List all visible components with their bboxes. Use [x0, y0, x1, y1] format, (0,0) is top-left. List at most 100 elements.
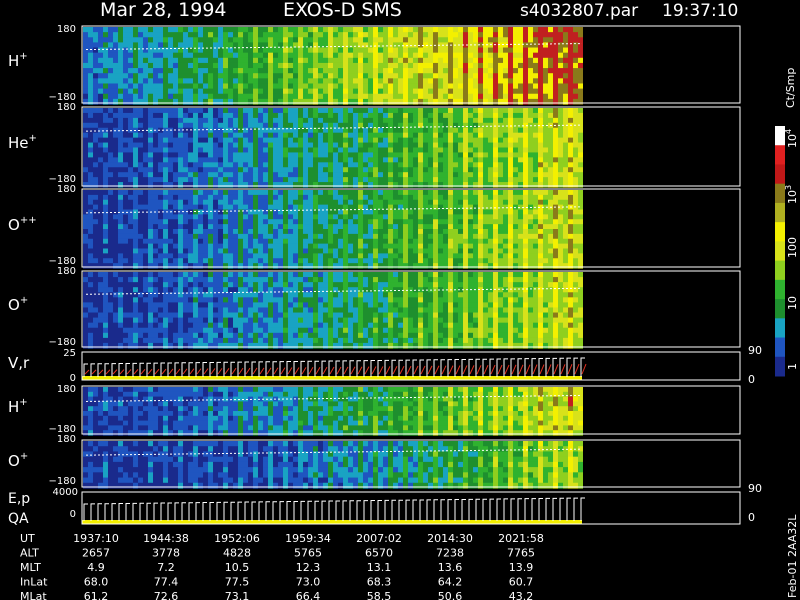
- panel-2-cell: [303, 122, 308, 129]
- panel-2-cell: [173, 112, 178, 119]
- panel-1-cell: [258, 78, 263, 85]
- panel-2-cell: [468, 142, 473, 149]
- panel-2-cell: [493, 182, 498, 188]
- panel-1-cell: [343, 52, 348, 59]
- panel-3-cell: [398, 224, 403, 230]
- panel-3-cell: [438, 258, 443, 264]
- panel-3-cell: [158, 253, 163, 259]
- panel-1-cell: [538, 52, 543, 59]
- panel-3-cell: [318, 243, 323, 250]
- panel-3-cell: [463, 243, 468, 250]
- panel-2-cell: [418, 147, 423, 154]
- panel-4-cell: [173, 317, 178, 324]
- panel-3-cell: [103, 204, 108, 211]
- panel-1-cell: [418, 93, 423, 100]
- panel-4-cell: [88, 312, 93, 319]
- panel-2-cell: [398, 127, 403, 134]
- panel-1-cell: [338, 78, 343, 85]
- panel-1-cell: [553, 98, 558, 105]
- panel-2-cell: [578, 117, 583, 124]
- panel-4-cell: [118, 272, 123, 278]
- panel-1-cell: [333, 37, 338, 43]
- panel-2-cell: [403, 108, 408, 114]
- panel-1-cell: [358, 27, 363, 33]
- panel-2-cell: [193, 182, 198, 188]
- panel-4-cell: [158, 282, 163, 288]
- panel-2-cell: [188, 172, 193, 178]
- panel-3-cell: [508, 224, 513, 230]
- panel-4-cell: [163, 332, 168, 339]
- panel-1-cell: [248, 27, 253, 33]
- panel-2-cell: [463, 108, 468, 114]
- panel-2-cell: [463, 167, 468, 173]
- panel-3-cell: [543, 248, 548, 254]
- panel-1-cell: [188, 88, 193, 95]
- panel-1-cell: [213, 37, 218, 43]
- panel-3-cell: [298, 199, 303, 206]
- panel-3-cell: [273, 194, 278, 201]
- panel-1-cell: [548, 47, 553, 54]
- panel-1-cell: [168, 93, 173, 100]
- panel-1-cell: [208, 83, 213, 90]
- panel-1-cell: [428, 62, 433, 69]
- panel-1-cell: [438, 73, 443, 79]
- panel-1-cell: [443, 73, 448, 79]
- panel-1-cell: [508, 32, 513, 38]
- panel-3-cell: [463, 199, 468, 206]
- panel-3-cell: [338, 219, 343, 225]
- panel-1-cell: [553, 57, 558, 64]
- panel-2-cell: [353, 112, 358, 119]
- panel-2-cell: [488, 127, 493, 134]
- panel-1-cell: [133, 62, 138, 69]
- panel-1-cell: [468, 73, 473, 79]
- panel-3-cell: [353, 238, 358, 245]
- panel-3-cell: [238, 214, 243, 220]
- panel-2-cell: [183, 157, 188, 163]
- panel-2-cell: [123, 132, 128, 139]
- panel-1-cell: [508, 68, 513, 74]
- panel-1-cell: [553, 88, 558, 95]
- panel-3-cell: [173, 199, 178, 206]
- panel-3-cell: [218, 204, 223, 211]
- panel-2-cell: [578, 132, 583, 139]
- panel-2-cell: [493, 167, 498, 173]
- panel-2-cell: [503, 147, 508, 154]
- panel-1-cell: [488, 98, 493, 105]
- panel-2-cell: [98, 137, 103, 144]
- panel-2-cell: [463, 137, 468, 144]
- panel-2-cell: [403, 132, 408, 139]
- panel-3-cell: [258, 253, 263, 259]
- panel-3-cell: [218, 229, 223, 235]
- panel-2-cell: [103, 117, 108, 124]
- panel-2-cell: [193, 137, 198, 144]
- panel-2-cell: [523, 108, 528, 114]
- panel-1-cell: [558, 27, 563, 33]
- panel-3-cell: [408, 258, 413, 264]
- panel-3-cell: [118, 243, 123, 250]
- panel-2-cell: [433, 182, 438, 188]
- panel-1-cell: [158, 98, 163, 105]
- panel-1-cell: [98, 73, 103, 79]
- panel-1-cell: [168, 83, 173, 90]
- panel-2-cell: [493, 152, 498, 158]
- panel-2-cell: [308, 177, 313, 183]
- panel-3-cell: [383, 238, 388, 245]
- panel-3-cell: [248, 190, 253, 196]
- panel-1-cell: [283, 93, 288, 100]
- panel-2-cell: [193, 108, 198, 114]
- panel-2-cell: [418, 127, 423, 134]
- panel-2-cell: [518, 177, 523, 183]
- panel-2-cell: [88, 127, 93, 134]
- panel-2-cell: [208, 182, 213, 188]
- panel-2-cell: [448, 177, 453, 183]
- panel-3-cell: [418, 224, 423, 230]
- panel-3-cell: [108, 219, 113, 225]
- panel-2-cell: [428, 172, 433, 178]
- panel-1-cell: [358, 98, 363, 105]
- panel-3-cell: [208, 194, 213, 201]
- panel-2-cell: [273, 162, 278, 168]
- panel-1-cell: [558, 93, 563, 100]
- panel-3-cell: [123, 204, 128, 211]
- panel-3-cell: [303, 238, 308, 245]
- panel-2-cell: [118, 112, 123, 119]
